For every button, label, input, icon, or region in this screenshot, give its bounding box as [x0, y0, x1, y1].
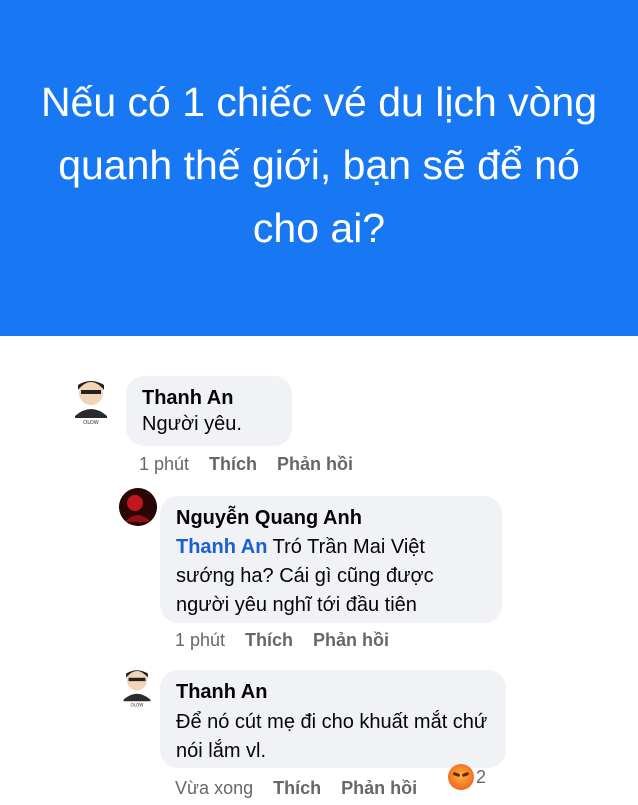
comment-time[interactable]: Vừa xong: [175, 778, 253, 799]
comment-time[interactable]: 1 phút: [175, 630, 225, 651]
comment-text: Để nó cút mẹ đi cho khuất mắt chứ nói lắ…: [176, 711, 488, 762]
comment-bubble: Thanh An Người yêu.: [126, 376, 292, 446]
comment-author[interactable]: Nguyễn Quang Anh: [176, 506, 488, 530]
reply-button[interactable]: Phản hồi: [313, 630, 389, 651]
comment-text: Thanh An Tró Trần Mai Việt sướng ha? Cái…: [176, 533, 488, 620]
comment-section: OLOW Thanh An Người yêu. 1 phút Thích Ph…: [0, 336, 638, 805]
comment-bubble: Nguyễn Quang Anh Thanh An Tró Trần Mai V…: [160, 496, 502, 623]
svg-text:OLOW: OLOW: [131, 702, 144, 707]
like-button[interactable]: Thích: [209, 454, 257, 475]
comment-actions: Vừa xong Thích Phản hồi: [175, 778, 417, 799]
reply-button[interactable]: Phản hồi: [277, 454, 353, 475]
comment-author[interactable]: Thanh An: [176, 680, 492, 704]
svg-text:OLOW: OLOW: [83, 420, 98, 426]
comment-text: Người yêu.: [142, 413, 242, 435]
avatar[interactable]: OLOW: [70, 376, 112, 426]
reply-button[interactable]: Phản hồi: [341, 778, 417, 799]
user-avatar-icon: OLOW: [123, 670, 151, 707]
comment-bubble: Thanh An Để nó cút mẹ đi cho khuất mắt c…: [160, 670, 506, 768]
mention-link[interactable]: Thanh An: [176, 536, 267, 558]
avatar[interactable]: [119, 488, 157, 526]
question-banner: Nếu có 1 chiếc vé du lịch vòng quanh thế…: [0, 0, 638, 336]
comment-author[interactable]: Thanh An: [142, 386, 278, 410]
comment-time[interactable]: 1 phút: [139, 454, 189, 475]
like-button[interactable]: Thích: [273, 778, 321, 799]
user-avatar-icon: [119, 488, 157, 526]
comment-actions: 1 phút Thích Phản hồi: [139, 454, 353, 475]
user-avatar-icon: OLOW: [75, 381, 107, 426]
like-button[interactable]: Thích: [245, 630, 293, 651]
avatar[interactable]: OLOW: [118, 666, 156, 708]
angry-emoji-icon: [448, 764, 474, 790]
reaction-count: 2: [476, 766, 487, 787]
comment-actions: 1 phút Thích Phản hồi: [175, 630, 389, 651]
question-title: Nếu có 1 chiếc vé du lịch vòng quanh thế…: [40, 78, 598, 251]
reaction-summary[interactable]: 2: [448, 764, 486, 790]
